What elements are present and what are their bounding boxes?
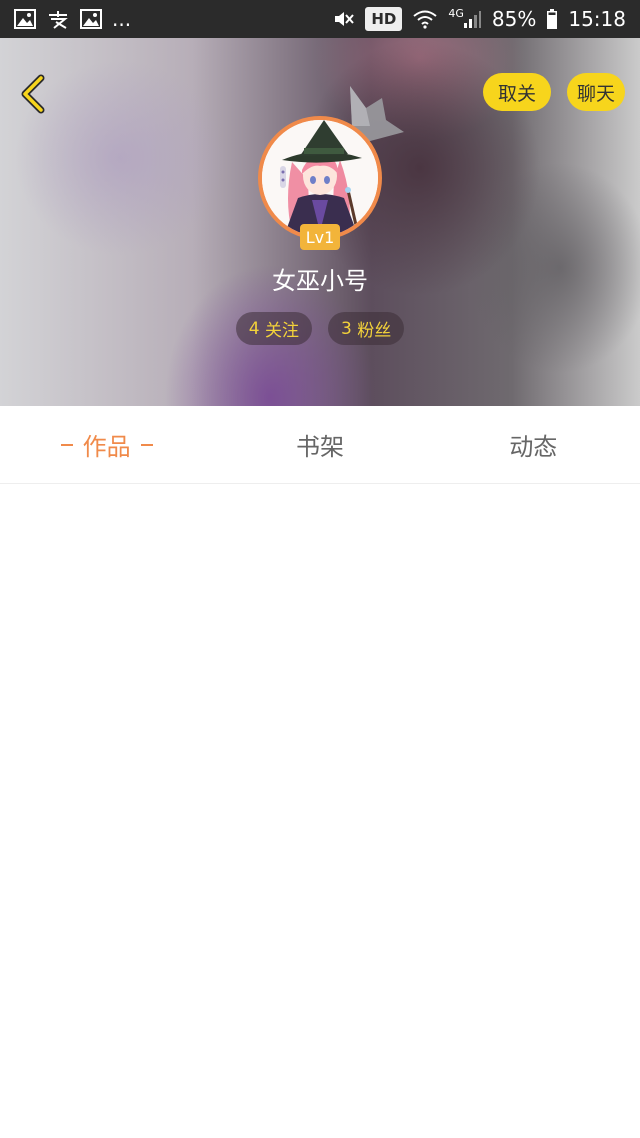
active-tab-dash-left bbox=[60, 443, 73, 446]
image-icon bbox=[80, 9, 102, 29]
tab-works-label: 作品 bbox=[82, 433, 131, 461]
following-count: 4 bbox=[248, 318, 260, 339]
status-bar: ... HD 4G 85% 15:18 bbox=[0, 0, 640, 38]
tab-content-area bbox=[0, 485, 640, 1138]
battery-percent: 85% bbox=[491, 7, 537, 31]
chevron-left-icon bbox=[21, 74, 45, 114]
more-notifications: ... bbox=[112, 7, 132, 31]
clock: 15:18 bbox=[568, 7, 626, 31]
active-tab-dash-right bbox=[140, 443, 153, 446]
witch-avatar-illustration bbox=[262, 120, 378, 236]
following-count-button[interactable]: 4 关注 bbox=[235, 312, 312, 345]
following-label: 关注 bbox=[265, 321, 299, 341]
followers-label: 粉丝 bbox=[357, 321, 392, 341]
chat-button[interactable]: 聊天 bbox=[567, 73, 625, 111]
username: 女巫小号 bbox=[272, 267, 368, 295]
battery-icon bbox=[546, 8, 558, 30]
back-button[interactable] bbox=[12, 72, 52, 116]
level-badge: Lv1 bbox=[300, 224, 340, 250]
tab-bookshelf-label: 书架 bbox=[295, 433, 344, 461]
signal-icon bbox=[462, 9, 482, 29]
unfollow-button[interactable]: 取关 bbox=[483, 73, 551, 111]
avatar[interactable] bbox=[258, 116, 382, 240]
status-bar-right: HD 4G 85% 15:18 bbox=[333, 0, 626, 38]
tab-activity-label: 动态 bbox=[509, 433, 558, 461]
tab-bookshelf[interactable]: 书架 bbox=[213, 406, 426, 483]
tab-works[interactable]: 作品 bbox=[0, 406, 213, 483]
image-icon bbox=[14, 9, 36, 29]
mute-icon bbox=[333, 9, 355, 29]
profile-tabs: 作品 书架 动态 bbox=[0, 406, 640, 484]
wifi-icon bbox=[412, 9, 438, 29]
status-bar-left: ... bbox=[14, 0, 141, 38]
tab-activity[interactable]: 动态 bbox=[427, 406, 640, 483]
followers-count: 3 bbox=[341, 318, 352, 339]
followers-count-button[interactable]: 3 粉丝 bbox=[328, 312, 405, 345]
profile-header: 取关 聊天 Lv1 女巫小号 4 关注 3 粉丝 bbox=[0, 38, 640, 406]
profile-stats: 4 关注 3 粉丝 bbox=[0, 312, 640, 345]
hd-badge: HD bbox=[365, 7, 403, 31]
alipay-icon bbox=[46, 9, 70, 29]
